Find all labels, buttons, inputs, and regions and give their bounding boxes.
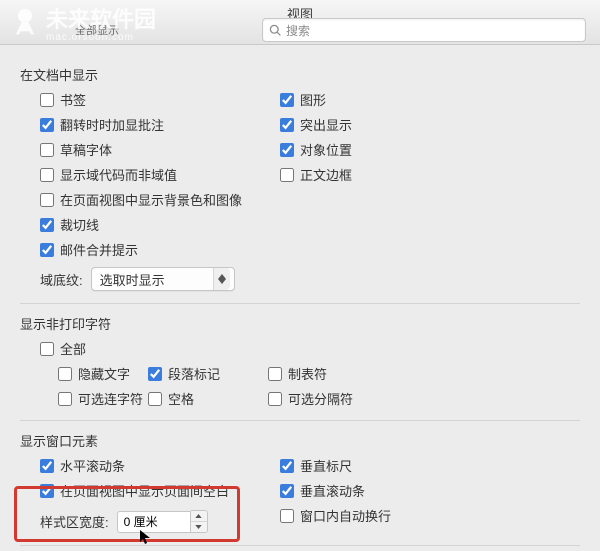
checkbox-flip-comments[interactable] <box>40 118 54 132</box>
search-placeholder: 搜索 <box>286 22 310 39</box>
label-opt-sep: 可选分隔符 <box>288 389 353 408</box>
label-crop: 裁切线 <box>60 215 99 234</box>
checkbox-crop[interactable] <box>40 218 54 232</box>
checkbox-v-scroll[interactable] <box>280 484 294 498</box>
checkbox-wrap[interactable] <box>280 509 294 523</box>
checkbox-bookmark[interactable] <box>40 93 54 107</box>
checkbox-opt-hyphen[interactable] <box>58 392 72 406</box>
label-all: 全部 <box>60 339 86 358</box>
label-graphics: 图形 <box>300 90 326 109</box>
label-draft-font: 草稿字体 <box>60 140 112 159</box>
checkbox-v-ruler[interactable] <box>280 459 294 473</box>
show-all-button[interactable]: 全部显示 <box>75 22 119 38</box>
field-shading-value: 选取时显示 <box>100 270 165 289</box>
checkbox-hidden-text[interactable] <box>58 367 72 381</box>
label-page-gap: 在页面视图中显示页面间空白 <box>60 481 229 500</box>
checkbox-all[interactable] <box>40 342 54 356</box>
label-para-mark: 段落标记 <box>168 364 220 383</box>
search-icon <box>269 24 282 37</box>
label-hidden-text: 隐藏文字 <box>78 364 130 383</box>
label-flip-comments: 翻转时时加显批注 <box>60 115 164 134</box>
style-width-input[interactable] <box>117 511 191 533</box>
stepper-buttons[interactable] <box>191 510 208 533</box>
checkbox-mail-merge[interactable] <box>40 243 54 257</box>
checkbox-object-pos[interactable] <box>280 143 294 157</box>
titlebar: 视图 全部显示 搜索 未来软件园 mac.orsoon.com <box>0 0 600 45</box>
checkbox-highlight[interactable] <box>280 118 294 132</box>
checkbox-text-border[interactable] <box>280 168 294 182</box>
checkbox-h-scroll[interactable] <box>40 459 54 473</box>
section-nonprint-title: 显示非打印字符 <box>20 314 580 333</box>
checkbox-para-mark[interactable] <box>148 367 162 381</box>
label-field-code: 显示域代码而非域值 <box>60 165 177 184</box>
label-v-ruler: 垂直标尺 <box>300 456 352 475</box>
chevron-down-icon[interactable] <box>191 522 207 532</box>
label-v-scroll: 垂直滚动条 <box>300 481 365 500</box>
checkbox-draft-font[interactable] <box>40 143 54 157</box>
checkbox-page-gap[interactable] <box>40 484 54 498</box>
checkbox-field-code[interactable] <box>40 168 54 182</box>
label-object-pos: 对象位置 <box>300 140 352 159</box>
label-bg-image: 在页面视图中显示背景色和图像 <box>60 190 242 209</box>
section-doc-display-title: 在文档中显示 <box>20 65 580 84</box>
label-opt-hyphen: 可选连字符 <box>78 389 143 408</box>
search-input[interactable]: 搜索 <box>262 18 586 42</box>
checkbox-bg-image[interactable] <box>40 193 54 207</box>
style-width-label: 样式区宽度: <box>40 512 109 531</box>
checkbox-opt-sep[interactable] <box>268 392 282 406</box>
label-space: 空格 <box>168 389 194 408</box>
checkbox-tab[interactable] <box>268 367 282 381</box>
chevrons-icon <box>213 268 230 290</box>
label-h-scroll: 水平滚动条 <box>60 456 125 475</box>
checkbox-space[interactable] <box>148 392 162 406</box>
chevron-up-icon[interactable] <box>191 511 207 522</box>
section-window-elements-title: 显示窗口元素 <box>20 431 580 450</box>
label-bookmark: 书签 <box>60 90 86 109</box>
label-tab: 制表符 <box>288 364 327 383</box>
field-shading-label: 域底纹: <box>40 270 83 289</box>
checkbox-graphics[interactable] <box>280 93 294 107</box>
field-shading-select[interactable]: 选取时显示 <box>91 267 235 291</box>
label-wrap: 窗口内自动换行 <box>300 506 391 525</box>
label-highlight: 突出显示 <box>300 115 352 134</box>
label-mail-merge: 邮件合并提示 <box>60 240 138 259</box>
label-text-border: 正文边框 <box>300 165 352 184</box>
